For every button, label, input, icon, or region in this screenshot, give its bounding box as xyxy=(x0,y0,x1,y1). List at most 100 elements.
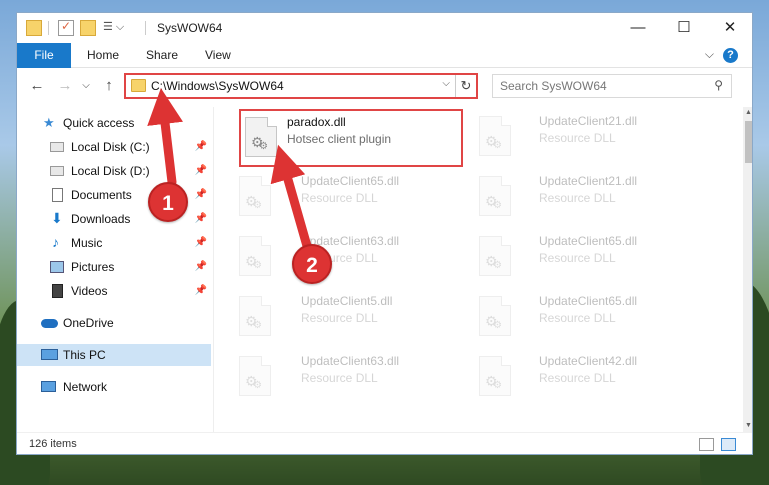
file-item[interactable]: ⚙ ⚙ UpdateClient21.dll Resource DLL xyxy=(457,169,677,221)
search-box[interactable]: ⚲ xyxy=(492,74,732,98)
drive-icon xyxy=(50,166,64,176)
sidebar-item-pictures[interactable]: Pictures 📌 xyxy=(17,256,211,278)
title-bar: ✓ ☰ ⌵ SysWOW64 — ☐ ✕ xyxy=(17,13,752,43)
minimize-button[interactable]: — xyxy=(615,13,661,43)
file-item[interactable]: ⚙ ⚙ UpdateClient63.dll Resource DLL xyxy=(217,349,437,401)
details-view-icon[interactable] xyxy=(699,438,714,451)
file-item[interactable]: ⚙ ⚙ UpdateClient65.dll Resource DLL xyxy=(217,169,437,221)
expand-ribbon-icon[interactable]: ⌵ xyxy=(705,47,714,62)
pin-icon[interactable]: 📌 xyxy=(195,184,207,206)
ribbon-tabs: File Home Share View ⌵ ? xyxy=(17,43,752,68)
dll-file-icon: ⚙ ⚙ xyxy=(245,117,277,157)
gear-icon: ⚙ xyxy=(253,200,262,211)
file-name: UpdateClient21.dll xyxy=(539,114,638,128)
dll-file-icon: ⚙ ⚙ xyxy=(479,236,511,276)
file-item[interactable]: ⚙ ⚙ UpdateClient21.dll Resource DLL xyxy=(457,109,677,161)
pin-icon[interactable]: 📌 xyxy=(195,208,207,230)
address-bar[interactable]: C:\Windows\SysWOW64 ⌵ ↻ xyxy=(124,73,478,99)
scroll-up-icon[interactable]: ▲ xyxy=(743,107,752,119)
file-description: Hotsec client plugin xyxy=(287,132,392,146)
dll-file-icon: ⚙ ⚙ xyxy=(479,356,511,396)
recent-locations-button[interactable]: ⌵ xyxy=(76,76,96,96)
documents-icon xyxy=(52,188,63,202)
file-item[interactable]: ⚙ ⚙ UpdateClient42.dll Resource DLL xyxy=(457,349,677,401)
maximize-button[interactable]: ☐ xyxy=(661,13,707,43)
pin-icon[interactable]: 📌 xyxy=(195,232,207,254)
file-name: UpdateClient21.dll xyxy=(539,174,638,188)
file-item[interactable]: ⚙ ⚙ UpdateClient5.dll Resource DLL xyxy=(217,289,437,341)
drive-icon xyxy=(50,142,64,152)
videos-icon xyxy=(52,284,63,298)
file-description: Resource DLL xyxy=(301,311,378,325)
scroll-down-icon[interactable]: ▼ xyxy=(743,420,752,432)
file-name: UpdateClient65.dll xyxy=(301,174,400,188)
tiles-view-icon[interactable] xyxy=(721,438,736,451)
pin-icon[interactable]: 📌 xyxy=(195,160,207,182)
file-name: UpdateClient65.dll xyxy=(539,234,638,248)
dll-file-icon: ⚙ ⚙ xyxy=(239,296,271,336)
tab-file[interactable]: File xyxy=(17,43,71,68)
sidebar-item-this-pc[interactable]: This PC xyxy=(17,344,211,366)
dll-file-icon: ⚙ ⚙ xyxy=(479,116,511,156)
music-icon: ♪ xyxy=(52,234,59,250)
dll-file-icon: ⚙ ⚙ xyxy=(239,356,271,396)
search-icon: ⚲ xyxy=(714,78,723,92)
file-description: Resource DLL xyxy=(539,131,616,145)
search-input[interactable] xyxy=(493,75,693,97)
gear-icon: ⚙ xyxy=(493,320,502,331)
gear-icon: ⚙ xyxy=(493,380,502,391)
gear-icon: ⚙ xyxy=(493,140,502,151)
file-description: Resource DLL xyxy=(539,311,616,325)
dll-file-icon: ⚙ ⚙ xyxy=(479,176,511,216)
forward-button[interactable]: → xyxy=(55,76,75,96)
tab-share[interactable]: Share xyxy=(146,43,178,68)
properties-icon[interactable]: ✓ xyxy=(58,19,74,36)
address-path[interactable]: C:\Windows\SysWOW64 xyxy=(151,79,284,93)
folder-icon xyxy=(26,20,42,36)
address-dropdown-icon[interactable]: ⌵ xyxy=(442,78,450,89)
star-icon: ★ xyxy=(43,115,55,130)
sidebar-item-local-disk-d[interactable]: Local Disk (D:) 📌 xyxy=(17,160,211,182)
gear-icon: ⚙ xyxy=(259,141,268,152)
step-2-marker: 2 xyxy=(292,244,332,284)
separator xyxy=(48,21,49,35)
pin-icon[interactable]: 📌 xyxy=(195,256,207,278)
file-explorer-window: ✓ ☰ ⌵ SysWOW64 — ☐ ✕ File Home Share Vie… xyxy=(16,12,753,455)
gear-icon: ⚙ xyxy=(253,320,262,331)
sidebar-item-quick-access[interactable]: ★ Quick access xyxy=(17,112,211,134)
file-item[interactable]: ⚙ ⚙ UpdateClient65.dll Resource DLL xyxy=(457,229,677,281)
item-count: 126 items xyxy=(29,438,77,450)
sidebar-item-network[interactable]: Network xyxy=(17,376,211,398)
new-folder-icon[interactable] xyxy=(80,20,96,36)
tab-home[interactable]: Home xyxy=(87,43,119,68)
navigation-pane: ★ Quick access Local Disk (C:) 📌 Local D… xyxy=(17,107,213,432)
pictures-icon xyxy=(50,261,64,273)
sidebar-item-onedrive[interactable]: OneDrive xyxy=(17,312,211,334)
vertical-scrollbar[interactable]: ▲ ▼ xyxy=(743,107,752,432)
step-1-marker: 1 xyxy=(148,182,188,222)
network-icon xyxy=(41,381,56,392)
gear-icon: ⚙ xyxy=(253,260,262,271)
scroll-thumb[interactable] xyxy=(745,121,752,163)
tab-view[interactable]: View xyxy=(205,43,231,68)
customize-toolbar-icon[interactable]: ☰ ⌵ xyxy=(103,20,131,36)
refresh-button[interactable]: ↻ xyxy=(455,75,476,97)
pane-divider[interactable] xyxy=(213,107,214,432)
file-item[interactable]: ⚙ ⚙ UpdateClient65.dll Resource DLL xyxy=(457,289,677,341)
dll-file-icon: ⚙ ⚙ xyxy=(239,236,271,276)
help-icon[interactable]: ? xyxy=(723,48,738,63)
pin-icon[interactable]: 📌 xyxy=(195,280,207,302)
sidebar-item-music[interactable]: ♪ Music 📌 xyxy=(17,232,211,254)
file-item-paradox-dll[interactable]: ⚙ ⚙ paradox.dll Hotsec client plugin xyxy=(239,109,463,167)
dll-file-icon: ⚙ ⚙ xyxy=(239,176,271,216)
sidebar-item-videos[interactable]: Videos 📌 xyxy=(17,280,211,302)
gear-icon: ⚙ xyxy=(493,260,502,271)
pin-icon[interactable]: 📌 xyxy=(195,136,207,158)
gear-icon: ⚙ xyxy=(253,380,262,391)
file-description: Resource DLL xyxy=(539,251,616,265)
file-description: Resource DLL xyxy=(301,191,378,205)
close-button[interactable]: ✕ xyxy=(707,13,752,43)
up-button[interactable]: ↑ xyxy=(99,76,119,96)
sidebar-item-local-disk-c[interactable]: Local Disk (C:) 📌 xyxy=(17,136,211,158)
back-button[interactable]: ← xyxy=(27,76,47,96)
